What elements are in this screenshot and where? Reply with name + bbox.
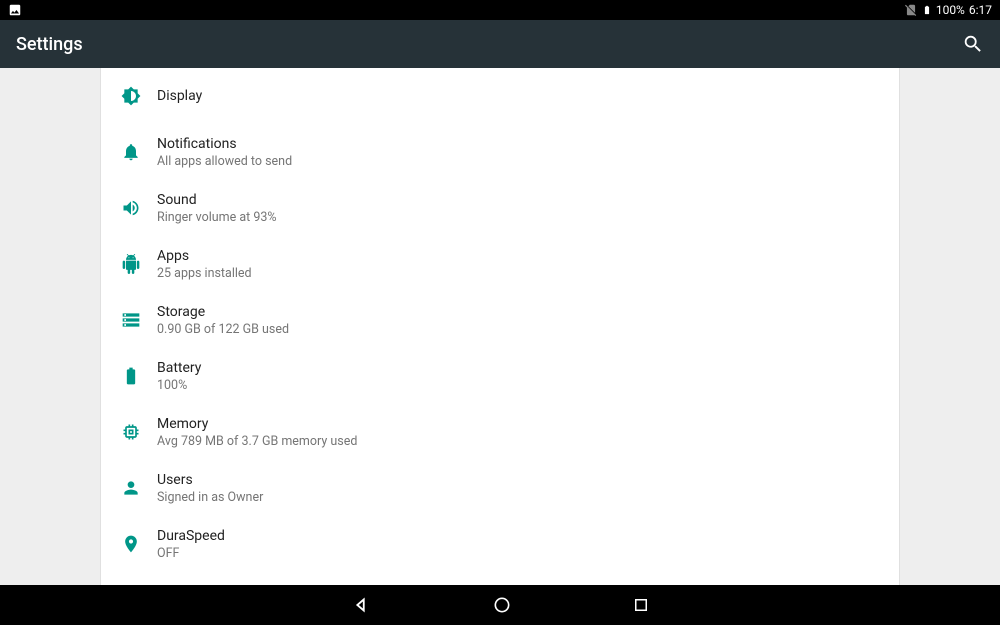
content-area: Display Notifications All apps allowed t…: [0, 68, 1000, 585]
app-bar: Settings: [0, 20, 1000, 68]
page-title: Settings: [16, 34, 83, 55]
row-subtitle: OFF: [157, 546, 883, 561]
settings-item-apps[interactable]: Apps 25 apps installed: [101, 236, 899, 292]
row-subtitle: Signed in as Owner: [157, 490, 883, 505]
row-title: Apps: [157, 248, 883, 264]
home-button[interactable]: [492, 595, 512, 615]
clock: 6:17: [969, 3, 992, 17]
row-title: Display: [157, 88, 883, 104]
display-icon: [121, 86, 157, 106]
image-icon: [8, 3, 22, 17]
settings-item-storage[interactable]: Storage 0.90 GB of 122 GB used: [101, 292, 899, 348]
settings-item-memory[interactable]: Memory Avg 789 MB of 3.7 GB memory used: [101, 404, 899, 460]
no-sim-icon: [904, 3, 918, 17]
row-subtitle: 100%: [157, 378, 883, 393]
back-button[interactable]: [350, 594, 372, 616]
row-title: Notifications: [157, 136, 883, 152]
recents-button[interactable]: [632, 596, 650, 614]
navigation-bar: [0, 585, 1000, 625]
row-subtitle: All apps allowed to send: [157, 154, 883, 169]
settings-item-sound[interactable]: Sound Ringer volume at 93%: [101, 180, 899, 236]
settings-item-notifications[interactable]: Notifications All apps allowed to send: [101, 124, 899, 180]
recents-icon: [632, 596, 650, 614]
apps-icon: [121, 254, 157, 274]
back-icon: [350, 594, 372, 616]
row-title: Users: [157, 472, 883, 488]
duraspeed-icon: [121, 534, 157, 554]
battery-icon: [121, 366, 157, 386]
settings-item-duraspeed[interactable]: DuraSpeed OFF: [101, 516, 899, 572]
status-bar: 100% 6:17: [0, 0, 1000, 20]
users-icon: [121, 478, 157, 498]
sound-icon: [121, 198, 157, 218]
row-subtitle: 25 apps installed: [157, 266, 883, 281]
search-icon: [962, 33, 984, 55]
row-title: DuraSpeed: [157, 528, 883, 544]
row-subtitle: 0.90 GB of 122 GB used: [157, 322, 883, 337]
row-title: Battery: [157, 360, 883, 376]
battery-percent: 100%: [936, 3, 965, 17]
memory-icon: [121, 422, 157, 442]
row-title: Memory: [157, 416, 883, 432]
row-title: Sound: [157, 192, 883, 208]
notifications-icon: [121, 142, 157, 162]
storage-icon: [121, 310, 157, 330]
row-subtitle: Avg 789 MB of 3.7 GB memory used: [157, 434, 883, 449]
row-subtitle: Ringer volume at 93%: [157, 210, 883, 225]
search-button[interactable]: [962, 33, 984, 55]
settings-item-display[interactable]: Display: [101, 68, 899, 124]
settings-list: Display Notifications All apps allowed t…: [100, 68, 900, 585]
row-title: Storage: [157, 304, 883, 320]
settings-item-battery[interactable]: Battery 100%: [101, 348, 899, 404]
home-icon: [492, 595, 512, 615]
battery-icon: [922, 3, 932, 17]
settings-item-users[interactable]: Users Signed in as Owner: [101, 460, 899, 516]
